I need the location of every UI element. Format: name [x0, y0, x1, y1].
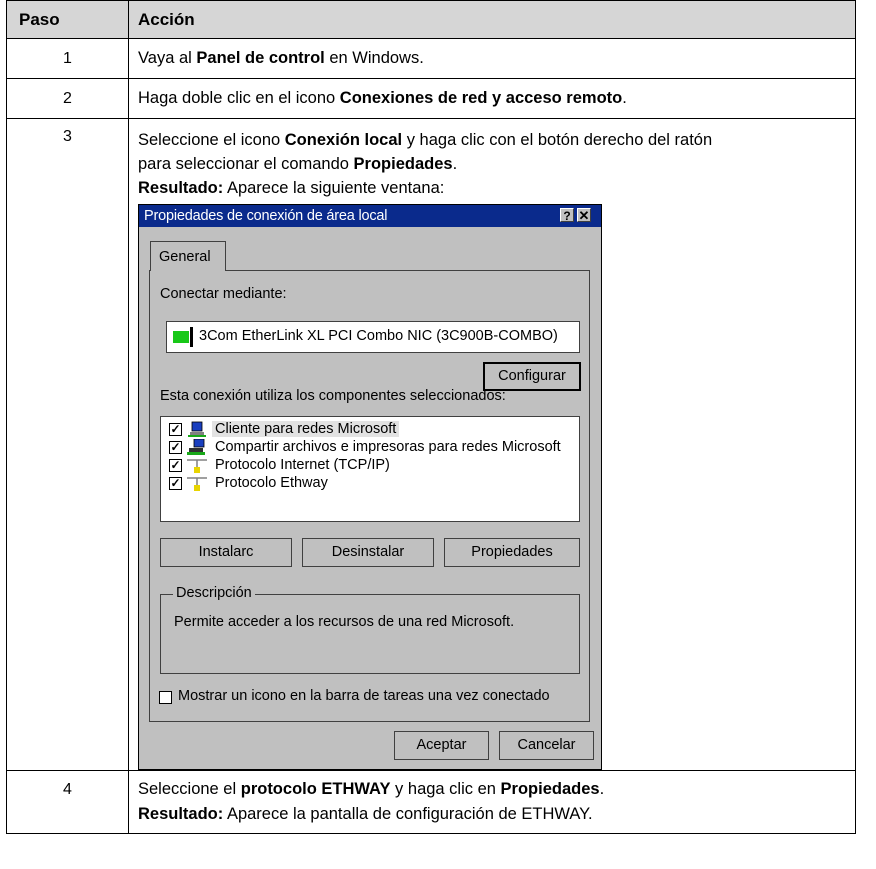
description-text: Permite acceder a los recursos de una re…	[174, 614, 515, 630]
protocol-icon	[187, 459, 207, 473]
step-text: Seleccione el icono Conexión local y hag…	[128, 118, 856, 771]
component-label: Compartir archivos e impresoras para red…	[215, 439, 561, 455]
close-button[interactable]: ✕	[577, 208, 591, 223]
network-client-icon	[188, 421, 206, 437]
checkbox[interactable]: ✓	[169, 477, 182, 490]
step-column-header: Paso	[6, 0, 129, 39]
step-result: Resultado: Aparece la siguiente ventana:	[138, 179, 445, 197]
adapter-name: 3Com EtherLink XL PCI Combo NIC (3C900B-…	[199, 328, 558, 344]
configure-button[interactable]: Configurar	[483, 362, 581, 391]
procedure-table: Paso Acción 1 Vaya al Panel de control e…	[6, 0, 856, 834]
step-line: Seleccione el icono Conexión local y hag…	[138, 131, 713, 149]
component-label: Protocolo Internet (TCP/IP)	[215, 457, 390, 473]
table-row: 2 Haga doble clic en el icono Conexiones…	[6, 78, 856, 119]
step-text: Vaya al Panel de control en Windows.	[128, 38, 856, 79]
properties-button[interactable]: Propiedades	[444, 538, 580, 567]
step-result: Resultado: Aparece la pantalla de config…	[138, 805, 593, 823]
step-text: Haga doble clic en el icono Conexiones d…	[128, 78, 856, 119]
checkbox[interactable]: ✓	[169, 423, 182, 436]
show-icon-checkbox[interactable]	[159, 691, 172, 704]
description-group: Descripción Permite acceder a los recurs…	[160, 585, 580, 674]
table-row: 1 Vaya al Panel de control en Windows.	[6, 38, 856, 79]
component-label: Protocolo Ethway	[215, 475, 328, 491]
connect-using-label: Conectar mediante:	[160, 286, 287, 302]
table-row: 3 Seleccione el icono Conexión local y h…	[6, 118, 856, 771]
step-line: para seleccionar el comando Propiedades.	[138, 155, 458, 173]
help-button[interactable]: ?	[560, 208, 574, 223]
checkbox[interactable]: ✓	[169, 441, 182, 454]
network-card-icon	[173, 331, 189, 343]
table-header-row: Paso Acción	[6, 0, 856, 39]
checkbox[interactable]: ✓	[169, 459, 182, 472]
cancel-button[interactable]: Cancelar	[499, 731, 594, 760]
step-number: 2	[6, 78, 129, 119]
ok-button[interactable]: Aceptar	[394, 731, 489, 760]
step-line: Seleccione el protocolo ETHWAY y haga cl…	[138, 780, 605, 798]
file-printer-sharing-icon	[187, 439, 205, 455]
uninstall-button[interactable]: Desinstalar	[302, 538, 434, 567]
divider	[190, 327, 193, 347]
show-icon-label: Mostrar un icono en la barra de tareas u…	[178, 688, 550, 704]
step-number: 3	[6, 118, 129, 771]
step-number: 4	[6, 770, 129, 834]
components-list[interactable]: ✓ Cliente para redes Microsoft ✓ Compart…	[160, 416, 580, 522]
table-row: 4 Seleccione el protocolo ETHWAY y haga …	[6, 770, 856, 834]
components-label: Esta conexión utiliza los componentes se…	[160, 388, 506, 404]
action-column-header: Acción	[128, 0, 856, 39]
install-button[interactable]: Instalarc	[160, 538, 292, 567]
description-legend: Descripción	[173, 585, 255, 601]
step-number: 1	[6, 38, 129, 79]
tab-general[interactable]: General	[150, 241, 226, 271]
component-label: Cliente para redes Microsoft	[212, 421, 400, 437]
adapter-field: 3Com EtherLink XL PCI Combo NIC (3C900B-…	[166, 321, 580, 353]
dialog-title: Propiedades de conexión de área local	[144, 208, 388, 224]
protocol-icon	[187, 477, 207, 491]
lan-properties-dialog: Propiedades de conexión de área local ? …	[138, 204, 602, 770]
dialog-title-bar[interactable]: Propiedades de conexión de área local ? …	[139, 205, 601, 227]
step-text: Seleccione el protocolo ETHWAY y haga cl…	[128, 770, 856, 834]
